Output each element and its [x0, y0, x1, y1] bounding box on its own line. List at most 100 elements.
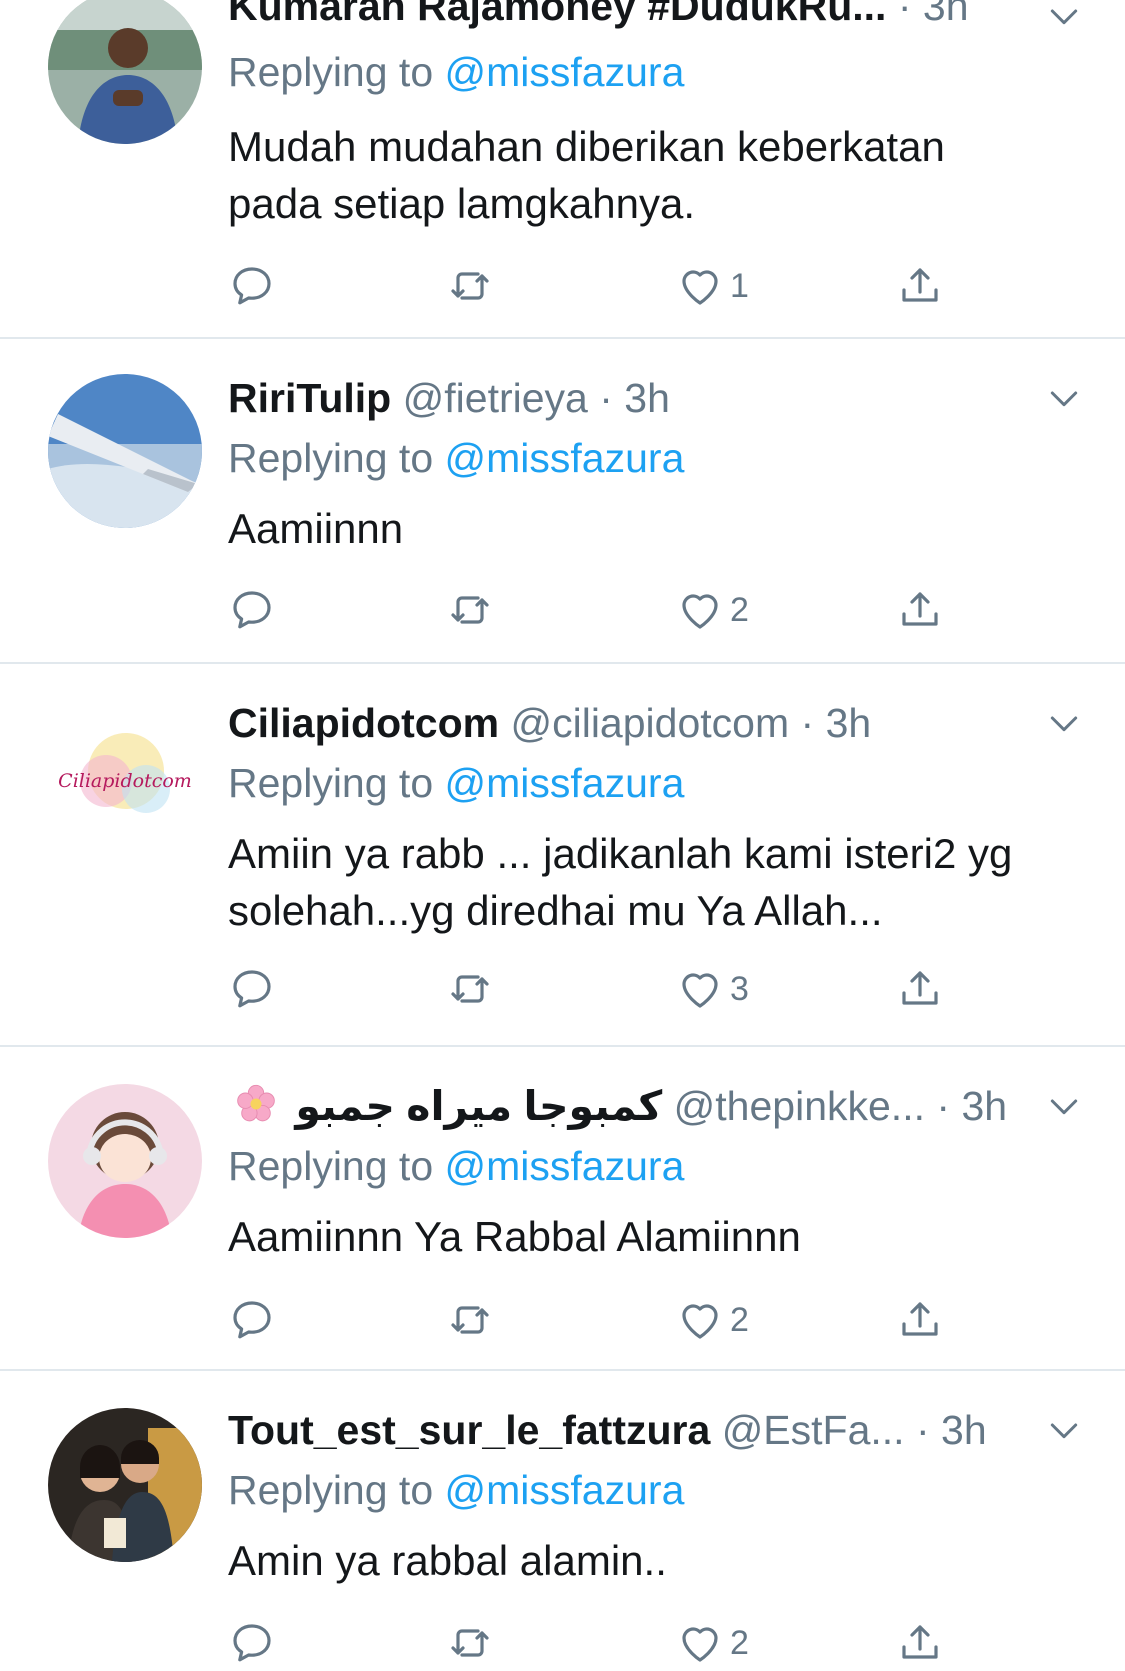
share-icon: [902, 1625, 938, 1659]
cherry-blossom-icon: [237, 1084, 275, 1122]
retweet-button[interactable]: [446, 1615, 494, 1671]
reply-button[interactable]: [228, 582, 276, 638]
tweet-header: كمبوجا ميراه جمبو @thepinkke... · 3h: [228, 1080, 1018, 1132]
share-button[interactable]: [896, 582, 944, 638]
tweet-header: RiriTulip @fietrieya · 3h: [228, 372, 1018, 424]
dot-separator: ·: [599, 375, 613, 421]
retweet-icon: [451, 272, 489, 300]
replying-to-label: Replying to: [228, 435, 434, 481]
dot-separator: ·: [936, 1083, 951, 1129]
action-bar: 2: [228, 1615, 988, 1671]
tweet-1[interactable]: Kumaran Rajamoney #DudukRu... · 3h Reply…: [0, 0, 1125, 338]
reply-bubble-icon: [233, 970, 271, 1008]
avatar[interactable]: [48, 1408, 202, 1562]
tweet-text: Mudah mudahan diberikan keberkatan pada …: [228, 123, 945, 227]
share-button[interactable]: [896, 1292, 944, 1348]
timestamp[interactable]: 3h: [624, 375, 670, 421]
chevron-down-icon[interactable]: [1044, 1410, 1084, 1450]
retweet-button[interactable]: [446, 1292, 494, 1348]
like-button[interactable]: 2: [676, 1615, 749, 1671]
like-button[interactable]: 2: [676, 582, 749, 638]
tweet-text: Aamiinnn: [228, 505, 404, 552]
chevron-down-icon[interactable]: [1044, 0, 1084, 36]
timestamp[interactable]: 3h: [941, 1407, 987, 1453]
action-bar: 2: [228, 582, 988, 638]
like-button[interactable]: 3: [676, 961, 749, 1017]
tweet-text: Aamiinnn Ya Rabbal Alamiinnn: [228, 1213, 801, 1260]
replying-to: Replying to @missfazura: [228, 1464, 684, 1516]
handle[interactable]: @ciliapidotcom: [510, 700, 789, 746]
replying-to: Replying to @missfazura: [228, 432, 684, 484]
airplane-wing-avatar: [48, 374, 202, 528]
heart-icon: [682, 1304, 718, 1339]
share-icon: [902, 971, 938, 1005]
display-name[interactable]: Tout_est_sur_le_fattzura: [228, 1407, 710, 1453]
mention-link[interactable]: @missfazura: [445, 435, 685, 481]
action-bar: 1: [228, 258, 988, 314]
display-name[interactable]: Kumaran Rajamoney #DudukRu...: [228, 0, 886, 29]
retweet-button[interactable]: [446, 582, 494, 638]
timestamp[interactable]: 3h: [826, 700, 872, 746]
like-button[interactable]: 1: [676, 258, 749, 314]
tweet-3[interactable]: Ciliapidotcom Ciliapidotcom @ciliapidotc…: [0, 665, 1125, 1045]
handle[interactable]: @EstFa...: [722, 1407, 905, 1453]
divider: [0, 1369, 1125, 1371]
mention-link[interactable]: @missfazura: [445, 1467, 685, 1513]
like-count: 1: [730, 266, 749, 305]
chevron-down-icon[interactable]: [1044, 703, 1084, 743]
handle[interactable]: @thepinkke...: [674, 1083, 925, 1129]
reply-bubble-icon: [233, 267, 271, 305]
timestamp[interactable]: 3h: [961, 1083, 1007, 1129]
divider: [0, 337, 1125, 339]
heart-icon: [682, 973, 718, 1008]
avatar[interactable]: Ciliapidotcom: [48, 701, 202, 855]
share-button[interactable]: [896, 961, 944, 1017]
timestamp[interactable]: 3h: [923, 0, 969, 29]
retweet-button[interactable]: [446, 961, 494, 1017]
retweet-icon: [451, 596, 489, 624]
heart-icon: [682, 1627, 718, 1662]
mention-link[interactable]: @missfazura: [445, 760, 685, 806]
action-bar: 2: [228, 1292, 988, 1348]
like-button[interactable]: 2: [676, 1292, 749, 1348]
mention-link[interactable]: @missfazura: [445, 49, 685, 95]
display-name[interactable]: كمبوجا ميراه جمبو: [295, 1083, 662, 1129]
tweet-header: Tout_est_sur_le_fattzura @EstFa... · 3h: [228, 1404, 1018, 1456]
logo-text: Ciliapidotcom: [58, 770, 192, 792]
reply-button[interactable]: [228, 1615, 276, 1671]
reply-bubble-icon: [233, 1624, 271, 1662]
chevron-down-icon[interactable]: [1044, 1086, 1084, 1126]
tweet-text: Amin ya rabbal alamin..: [228, 1537, 667, 1584]
mention-link[interactable]: @missfazura: [445, 1143, 685, 1189]
tweet-header: Ciliapidotcom @ciliapidotcom · 3h: [228, 697, 1018, 749]
retweet-icon: [451, 975, 489, 1003]
replying-to-label: Replying to: [228, 49, 434, 95]
like-count: 2: [730, 1623, 749, 1662]
dot-separator: ·: [897, 0, 912, 29]
reply-button[interactable]: [228, 258, 276, 314]
reply-button[interactable]: [228, 961, 276, 1017]
replying-to-label: Replying to: [228, 1467, 434, 1513]
share-button[interactable]: [896, 1615, 944, 1671]
avatar[interactable]: [48, 374, 202, 528]
chevron-down-icon[interactable]: [1044, 378, 1084, 418]
display-name[interactable]: RiriTulip: [228, 375, 391, 421]
handle[interactable]: @fietrieya: [403, 375, 588, 421]
share-button[interactable]: [896, 258, 944, 314]
reply-button[interactable]: [228, 1292, 276, 1348]
replying-to-label: Replying to: [228, 1143, 434, 1189]
avatar[interactable]: [48, 0, 202, 144]
tweet-5[interactable]: Tout_est_sur_le_fattzura @EstFa... · 3h …: [0, 1372, 1125, 1671]
like-count: 2: [730, 590, 749, 629]
tweet-2[interactable]: RiriTulip @fietrieya · 3h Replying to @m…: [0, 340, 1125, 662]
retweet-icon: [451, 1629, 489, 1657]
replying-to: Replying to @missfazura: [228, 757, 684, 809]
avatar[interactable]: [48, 1084, 202, 1238]
retweet-button[interactable]: [446, 258, 494, 314]
dot-separator: ·: [800, 700, 815, 746]
action-bar: 3: [228, 961, 988, 1017]
display-name[interactable]: Ciliapidotcom: [228, 700, 499, 746]
retweet-icon: [451, 1306, 489, 1334]
tweet-4[interactable]: كمبوجا ميراه جمبو @thepinkke... · 3h Rep…: [0, 1048, 1125, 1370]
replying-to: Replying to @missfazura: [228, 1140, 684, 1192]
